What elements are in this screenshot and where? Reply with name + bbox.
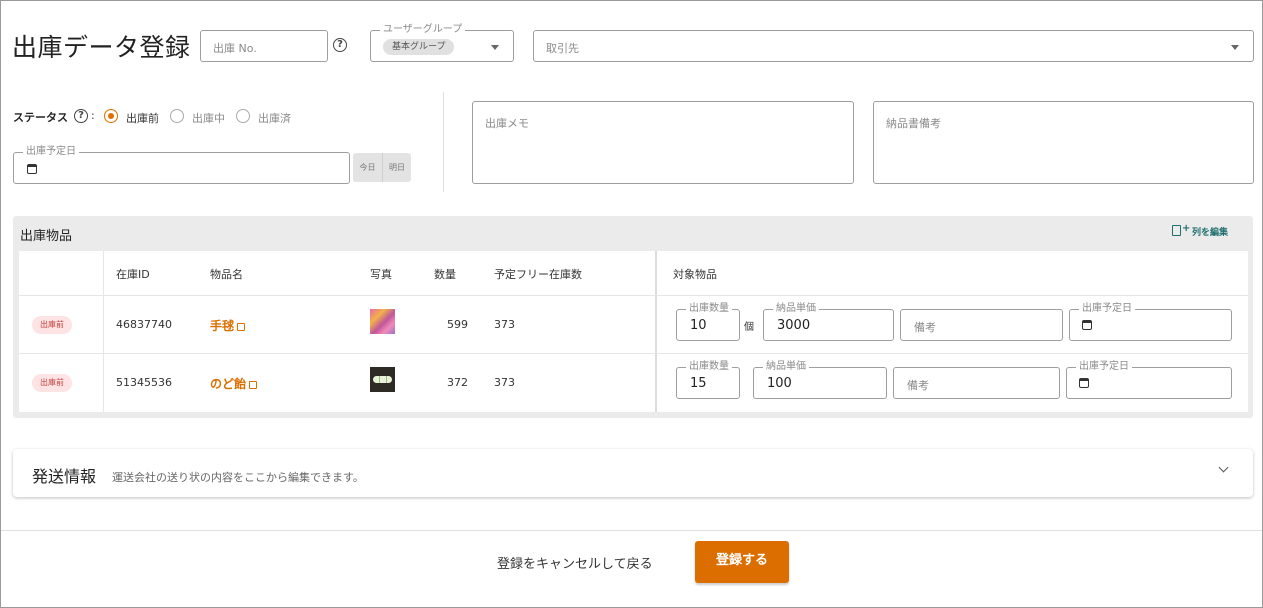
unit-label: 個	[744, 322, 754, 333]
free-stock: 373	[494, 376, 515, 389]
status-radio-during[interactable]	[170, 109, 184, 123]
item-photo[interactable]	[370, 309, 395, 334]
caret-down-icon	[1231, 45, 1239, 50]
status-radio-done[interactable]	[236, 109, 250, 123]
unit-price-value: 100	[767, 376, 792, 391]
tomorrow-button[interactable]: 明日	[383, 153, 411, 182]
calendar-icon[interactable]	[27, 164, 37, 174]
ship-qty-label: 出庫数量	[686, 361, 732, 373]
chevron-down-icon[interactable]	[1218, 462, 1229, 473]
item-name: 手毬	[210, 319, 235, 333]
user-group-label: ユーザーグループ	[380, 24, 466, 36]
ship-qty-input[interactable]: 出庫数量 10	[676, 303, 740, 341]
item-photo[interactable]	[370, 367, 395, 392]
shipment-no-placeholder: 出庫 No.	[213, 42, 257, 55]
date-shortcut-group: 今日 明日	[353, 153, 411, 182]
external-link-icon	[237, 323, 246, 331]
status-option-label: 出庫中	[192, 112, 225, 125]
plus-icon: +	[1182, 223, 1191, 234]
today-button[interactable]: 今日	[353, 153, 382, 182]
planned-date-input[interactable]: 出庫予定日	[13, 146, 350, 184]
status-badge: 出庫前	[32, 316, 72, 334]
column-header-quantity: 数量	[434, 268, 456, 281]
column-header-item-name: 物品名	[210, 268, 243, 281]
remark-placeholder: 備考	[907, 379, 929, 392]
edit-columns-label: 列を編集	[1192, 228, 1229, 238]
status-label: ステータス	[13, 111, 68, 124]
external-link-icon	[249, 381, 258, 389]
quantity: 599	[447, 318, 468, 331]
shipping-description: 運送会社の送り状の内容をここから編集できます。	[112, 471, 364, 484]
ship-qty-label: 出庫数量	[686, 303, 732, 315]
user-group-select[interactable]: ユーザーグループ 基本グループ	[370, 24, 514, 62]
remark-input[interactable]: 備考	[900, 309, 1063, 341]
unit-price-label: 納品単価	[773, 303, 819, 315]
items-table: 在庫ID 物品名 写真 数量 予定フリー在庫数 対象物品 出庫前 4683774…	[19, 251, 1248, 412]
unit-price-input[interactable]: 納品単価 3000	[763, 303, 894, 341]
edit-columns-icon	[1172, 225, 1181, 236]
row-date-input[interactable]: 出庫予定日	[1069, 303, 1232, 341]
ship-qty-value: 10	[690, 318, 707, 333]
caret-down-icon	[491, 45, 499, 50]
status-option-label: 出庫前	[126, 112, 159, 125]
cancel-button[interactable]: 登録をキャンセルして戻る	[497, 553, 653, 572]
status-colon: :	[91, 109, 95, 122]
shipping-info-panel[interactable]: 発送情報 運送会社の送り状の内容をここから編集できます。	[13, 449, 1253, 497]
memo-textarea[interactable]: 出庫メモ	[472, 101, 854, 184]
quantity: 372	[447, 376, 468, 389]
calendar-icon[interactable]	[1079, 378, 1089, 388]
vertical-divider	[443, 92, 444, 192]
column-header-photo: 写真	[370, 268, 392, 281]
candy-graphic	[373, 376, 392, 383]
column-header-stock-id: 在庫ID	[116, 268, 150, 281]
footer-divider	[1, 530, 1262, 531]
submit-button[interactable]: 登録する	[695, 541, 789, 583]
unit-price-input[interactable]: 納品単価 100	[753, 361, 887, 399]
delivery-note-placeholder: 納品書備考	[886, 117, 941, 130]
ship-qty-input[interactable]: 出庫数量 15	[676, 361, 740, 399]
partner-placeholder: 取引先	[546, 42, 579, 55]
status-radio-before[interactable]	[104, 109, 118, 123]
unit-price-label: 納品単価	[763, 361, 809, 373]
delivery-note-textarea[interactable]: 納品書備考	[873, 101, 1254, 184]
ship-qty-value: 15	[690, 376, 707, 391]
items-section-title: 出庫物品	[20, 229, 73, 244]
unit-price-value: 3000	[777, 318, 811, 333]
stock-id: 46837740	[116, 318, 172, 331]
shipping-title: 発送情報	[32, 467, 97, 486]
item-name-link[interactable]: 手毬	[210, 317, 246, 334]
page-title: 出庫データ登録	[12, 33, 191, 62]
remark-placeholder: 備考	[914, 321, 936, 334]
help-icon[interactable]: ?	[74, 109, 88, 123]
help-icon[interactable]: ?	[333, 38, 347, 52]
calendar-icon[interactable]	[1082, 320, 1092, 330]
user-group-chip[interactable]: 基本グループ	[383, 39, 455, 55]
table-row: 出庫前 51345536 のど飴 372 373 出庫数量 15 納品単価 10…	[19, 354, 1248, 412]
table-row: 出庫前 46837740 手毬 599 373 出庫数量 10 個 納品単価 3…	[19, 296, 1248, 353]
memo-placeholder: 出庫メモ	[485, 117, 529, 130]
stock-id: 51345536	[116, 376, 172, 389]
partner-select[interactable]: 取引先	[533, 30, 1254, 62]
status-option-label: 出庫済	[258, 112, 291, 125]
row-date-label: 出庫予定日	[1076, 361, 1132, 373]
column-header-target: 対象物品	[673, 268, 717, 281]
free-stock: 373	[494, 318, 515, 331]
status-badge: 出庫前	[32, 374, 72, 392]
row-date-label: 出庫予定日	[1079, 303, 1135, 315]
row-date-input[interactable]: 出庫予定日	[1066, 361, 1232, 399]
item-name-link[interactable]: のど飴	[210, 375, 258, 392]
remark-input[interactable]: 備考	[893, 367, 1060, 399]
item-name: のど飴	[210, 377, 247, 391]
planned-date-label: 出庫予定日	[23, 146, 79, 158]
column-header-free-stock: 予定フリー在庫数	[494, 268, 582, 281]
shipment-no-input[interactable]: 出庫 No.	[200, 30, 328, 62]
